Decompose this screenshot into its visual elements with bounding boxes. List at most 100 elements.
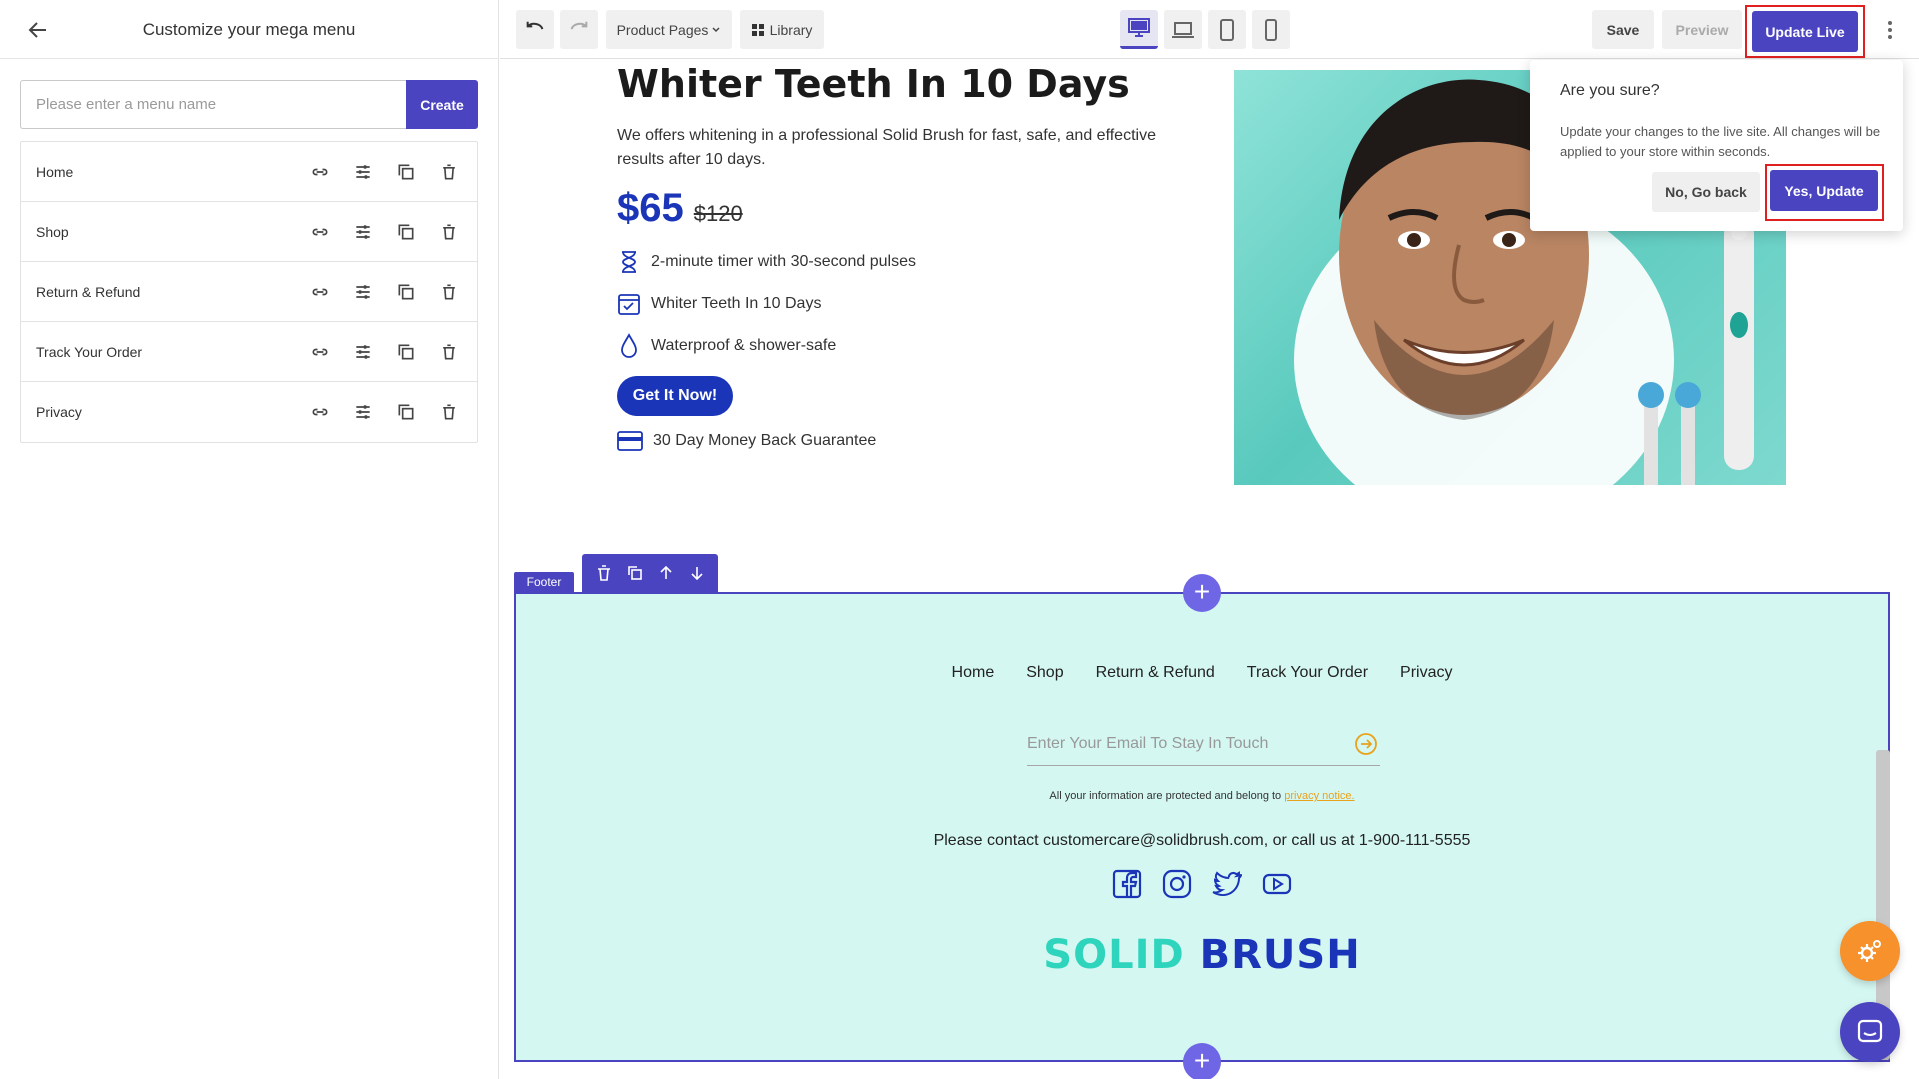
- library-label: Library: [769, 21, 813, 38]
- tune-icon[interactable]: [351, 340, 375, 364]
- feature-text: Waterproof & shower-safe: [651, 337, 837, 354]
- social-links: [516, 866, 1888, 902]
- footer-section[interactable]: Home Shop Return & Refund Track Your Ord…: [514, 592, 1890, 1062]
- privacy-notice-link[interactable]: privacy notice.: [1284, 790, 1354, 802]
- duplicate-icon[interactable]: [394, 280, 418, 304]
- update-confirm-popover: Are you sure? Update your changes to the…: [1530, 60, 1903, 231]
- duplicate-icon[interactable]: [394, 160, 418, 184]
- footer-link-track-order[interactable]: Track Your Order: [1247, 664, 1368, 682]
- calendar-check-icon: [618, 294, 640, 315]
- sidebar-header: Customize your mega menu: [0, 0, 498, 59]
- hourglass-icon: [622, 251, 636, 273]
- contact-prefix: Please contact: [933, 832, 1039, 849]
- facebook-icon[interactable]: [1109, 866, 1145, 902]
- trash-icon[interactable]: [437, 400, 461, 424]
- menu-item-label: Home: [36, 163, 74, 180]
- page-selector-label: Product Pages: [616, 21, 709, 38]
- feature-item: Whiter Teeth In 10 Days: [617, 289, 821, 319]
- gear-icon: [1858, 940, 1881, 962]
- get-it-now-button[interactable]: Get It Now!: [617, 376, 733, 416]
- device-mobile-button[interactable]: [1252, 10, 1290, 49]
- trash-icon[interactable]: [437, 160, 461, 184]
- twitter-icon[interactable]: [1209, 866, 1245, 902]
- arrow-up-icon[interactable]: [655, 562, 677, 584]
- footer-link-privacy[interactable]: Privacy: [1400, 664, 1452, 682]
- menu-name-input[interactable]: [20, 80, 406, 129]
- youtube-icon[interactable]: [1259, 866, 1295, 902]
- tune-icon[interactable]: [351, 160, 375, 184]
- editor-toolbar: Product Pages Library Save Preview Updat…: [500, 0, 1919, 59]
- duplicate-icon[interactable]: [394, 220, 418, 244]
- footer-link-return-refund[interactable]: Return & Refund: [1096, 664, 1215, 682]
- newsletter-form: [1027, 722, 1380, 766]
- contact-phone: 1-900-111-5555: [1358, 832, 1471, 849]
- newsletter-email-input[interactable]: [1027, 723, 1352, 764]
- undo-button[interactable]: [516, 10, 554, 49]
- update-live-button[interactable]: Update Live: [1752, 11, 1858, 52]
- trash-icon[interactable]: [437, 220, 461, 244]
- menu-item-shop[interactable]: Shop: [21, 202, 477, 262]
- duplicate-icon[interactable]: [394, 340, 418, 364]
- contact-email[interactable]: customercare@solidbrush.com: [1043, 832, 1264, 849]
- menu-item-home[interactable]: Home: [21, 142, 477, 202]
- link-icon[interactable]: [308, 280, 332, 304]
- device-tablet-button[interactable]: [1208, 10, 1246, 49]
- chat-fab[interactable]: [1840, 1002, 1900, 1062]
- instagram-icon[interactable]: [1159, 866, 1195, 902]
- chat-icon: [1857, 1019, 1883, 1043]
- device-desktop-button[interactable]: [1120, 10, 1158, 49]
- create-button[interactable]: Create: [406, 80, 478, 129]
- duplicate-icon[interactable]: [394, 400, 418, 424]
- trash-icon[interactable]: [437, 280, 461, 304]
- duplicate-icon[interactable]: [624, 562, 646, 584]
- privacy-text: All your information are protected and b…: [1049, 790, 1282, 802]
- arrow-down-icon[interactable]: [686, 562, 708, 584]
- redo-button[interactable]: [560, 10, 598, 49]
- tune-icon[interactable]: [351, 220, 375, 244]
- link-icon[interactable]: [308, 340, 332, 364]
- sidebar-title: Customize your mega menu: [142, 20, 356, 39]
- link-icon[interactable]: [308, 220, 332, 244]
- link-icon[interactable]: [308, 400, 332, 424]
- mobile-icon: [1265, 18, 1277, 41]
- menu-item-label: Shop: [36, 223, 69, 240]
- feature-item: 2-minute timer with 30-second pulses: [617, 247, 916, 277]
- more-options-icon[interactable]: [1880, 18, 1900, 42]
- credit-card-icon: [617, 431, 643, 451]
- original-price: $120: [693, 201, 743, 226]
- hero-title: Whiter Teeth In 10 Days: [617, 62, 1130, 106]
- go-back-button[interactable]: No, Go back: [1652, 172, 1760, 212]
- add-section-below-button[interactable]: +: [1183, 1043, 1221, 1079]
- save-button[interactable]: Save: [1592, 10, 1654, 49]
- contact-mid: , or call us at: [1263, 832, 1355, 849]
- contact-line: Please contact customercare@solidbrush.c…: [516, 832, 1888, 850]
- footer-link-home[interactable]: Home: [952, 664, 995, 682]
- menu-list: Home Shop Return & Refund Track Your Ord…: [20, 141, 478, 443]
- menu-item-privacy[interactable]: Privacy: [21, 382, 477, 442]
- tune-icon[interactable]: [351, 280, 375, 304]
- tune-icon[interactable]: [351, 400, 375, 424]
- device-laptop-button[interactable]: [1164, 10, 1202, 49]
- price-row: $65 $120: [617, 186, 743, 231]
- menu-item-label: Track Your Order: [36, 343, 143, 360]
- undo-icon: [526, 21, 544, 29]
- send-arrow-icon[interactable]: [1352, 730, 1380, 758]
- mega-menu-sidebar: Customize your mega menu Create Home Sho…: [0, 0, 499, 1079]
- add-section-above-button[interactable]: +: [1183, 574, 1221, 612]
- chevron-down-icon: [712, 26, 720, 32]
- preview-button[interactable]: Preview: [1662, 10, 1742, 49]
- trash-icon[interactable]: [593, 562, 615, 584]
- section-toolbar: [582, 554, 718, 592]
- page-selector-dropdown[interactable]: Product Pages: [606, 10, 732, 49]
- feature-item: Waterproof & shower-safe: [617, 331, 836, 361]
- menu-item-return-refund[interactable]: Return & Refund: [21, 262, 477, 322]
- settings-fab[interactable]: [1840, 921, 1900, 981]
- trash-icon[interactable]: [437, 340, 461, 364]
- yes-update-button[interactable]: Yes, Update: [1770, 170, 1878, 211]
- laptop-icon: [1172, 21, 1194, 38]
- menu-item-track-order[interactable]: Track Your Order: [21, 322, 477, 382]
- library-button[interactable]: Library: [740, 10, 824, 49]
- footer-link-shop[interactable]: Shop: [1026, 664, 1063, 682]
- link-icon[interactable]: [308, 160, 332, 184]
- guarantee-text: 30 Day Money Back Guarantee: [653, 432, 877, 449]
